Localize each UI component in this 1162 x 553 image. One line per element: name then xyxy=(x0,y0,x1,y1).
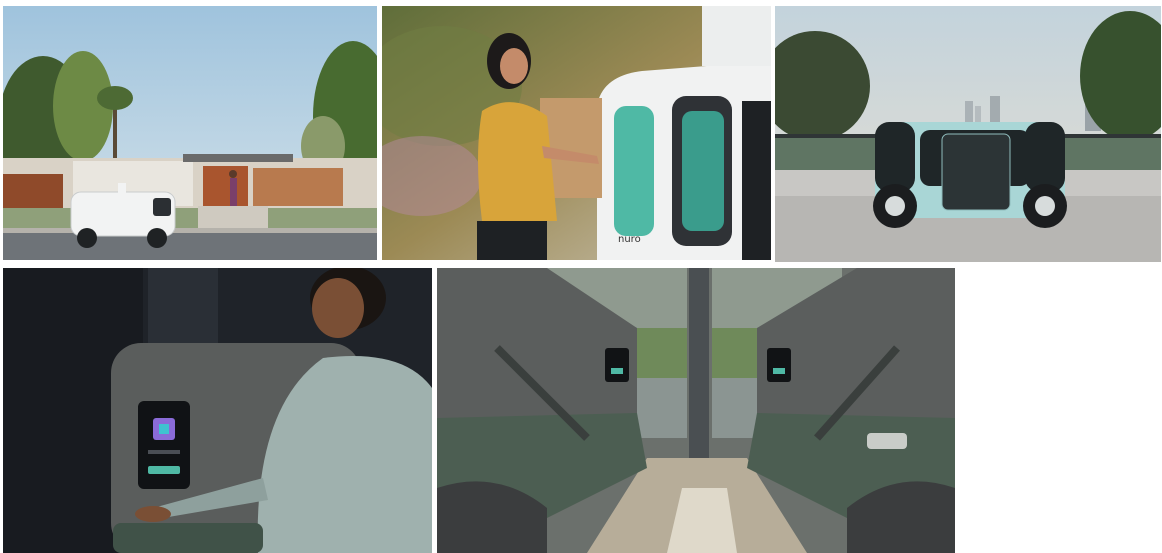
photo-robotaxi xyxy=(775,6,1161,262)
photo-grocery-pickup: nuro xyxy=(382,6,771,260)
cabin-touchscreen xyxy=(138,401,190,489)
photo-robotaxi-interior xyxy=(437,268,955,553)
vehicle-marking: nuro xyxy=(618,234,641,245)
photo-delivery-robot xyxy=(3,6,377,260)
photo-rider-touchscreen xyxy=(3,268,432,553)
robotaxi-vehicle xyxy=(873,122,1067,228)
